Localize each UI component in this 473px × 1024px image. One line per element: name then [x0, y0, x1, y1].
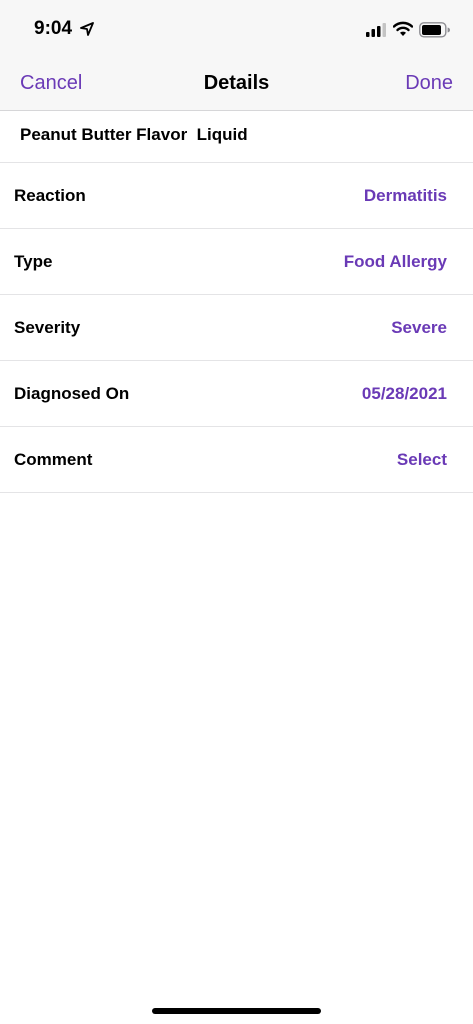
- item-name-row: Peanut Butter Flavor Liquid: [0, 111, 473, 163]
- comment-value[interactable]: Select: [397, 450, 447, 470]
- page-title: Details: [203, 72, 270, 94]
- reaction-row[interactable]: Reaction Dermatitis: [0, 163, 473, 229]
- reaction-value[interactable]: Dermatitis: [364, 186, 447, 206]
- reaction-label: Reaction: [14, 186, 86, 205]
- type-value[interactable]: Food Allergy: [344, 252, 447, 272]
- type-row[interactable]: Type Food Allergy: [0, 229, 473, 295]
- home-indicator[interactable]: [152, 1008, 321, 1014]
- status-time: 9:04: [34, 18, 73, 39]
- navigation-bar: Cancel Details Done: [0, 58, 473, 111]
- diagnosed-on-row[interactable]: Diagnosed On 05/28/2021: [0, 361, 473, 427]
- details-screen: 9:04 Cancel Details Done Peanut Butter F…: [0, 0, 473, 1024]
- item-name: Peanut Butter Flavor Liquid: [20, 125, 248, 144]
- diagnosed-on-label: Diagnosed On: [14, 384, 130, 403]
- severity-value[interactable]: Severe: [391, 318, 447, 338]
- severity-row[interactable]: Severity Severe: [0, 295, 473, 361]
- battery-icon: [419, 22, 450, 38]
- cellular-signal-icon: [366, 23, 386, 37]
- status-bar: 9:04: [0, 0, 473, 58]
- type-label: Type: [14, 252, 53, 271]
- severity-label: Severity: [14, 318, 81, 337]
- wifi-icon: [393, 21, 413, 36]
- details-list: Reaction Dermatitis Type Food Allergy Se…: [0, 163, 473, 493]
- comment-row[interactable]: Comment Select: [0, 427, 473, 493]
- diagnosed-on-value[interactable]: 05/28/2021: [362, 384, 447, 404]
- comment-label: Comment: [14, 450, 93, 469]
- done-button[interactable]: Done: [405, 72, 453, 95]
- location-arrow-icon: [80, 22, 94, 36]
